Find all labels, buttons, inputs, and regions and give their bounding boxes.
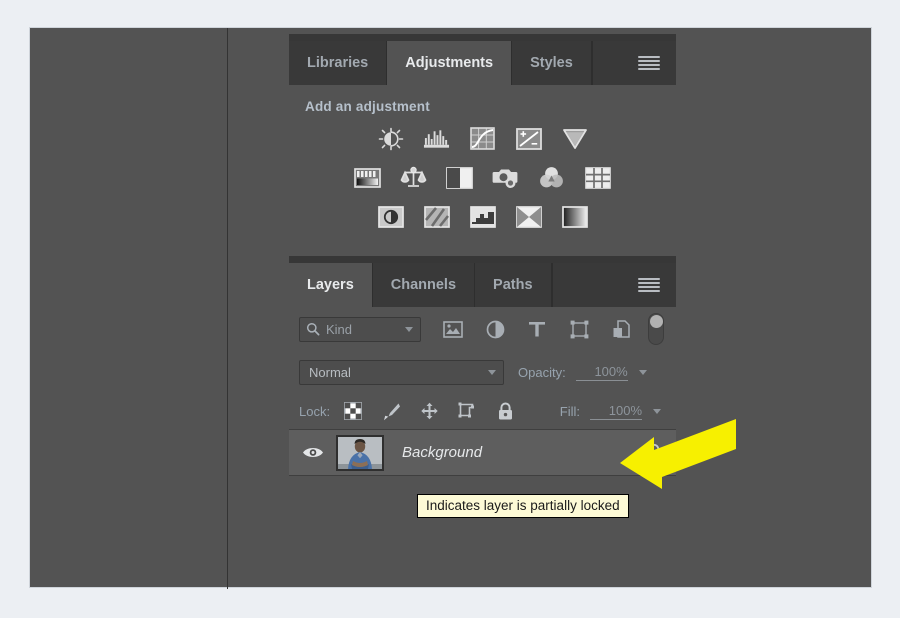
filter-enable-toggle-knob (650, 315, 664, 328)
filter-pixel-layers-icon[interactable] (443, 319, 464, 340)
layers-body: Kind Normal Opacity: 100% Lock: Fill: 10… (289, 307, 676, 583)
layers-tabbar: Layers Channels Paths (289, 256, 676, 307)
fill-chevron-down-icon[interactable] (653, 408, 661, 414)
vibrance-icon[interactable] (561, 126, 588, 151)
tab-layers-label: Layers (307, 277, 354, 293)
exposure-icon[interactable] (515, 126, 542, 151)
tab-channels-label: Channels (390, 277, 457, 293)
adjustments-tabbar: Libraries Adjustments Styles (289, 34, 676, 85)
tab-channels[interactable]: Channels (372, 263, 476, 307)
search-icon (306, 322, 320, 336)
layer-lock-indicator-icon[interactable] (642, 443, 666, 463)
tab-paths-label: Paths (493, 277, 533, 293)
opacity-chevron-down-icon[interactable] (638, 369, 647, 375)
tab-styles[interactable]: Styles (512, 41, 592, 85)
black-and-white-icon[interactable] (446, 165, 473, 190)
tooltip-partially-locked: Indicates layer is partially locked (417, 494, 629, 518)
color-lookup-icon[interactable] (584, 165, 611, 190)
tab-libraries-label: Libraries (307, 55, 369, 71)
curves-icon[interactable] (469, 126, 496, 151)
lock-row: Lock: Fill: 100% (289, 393, 676, 429)
adjustments-row-2 (289, 165, 676, 190)
levels-icon[interactable] (423, 126, 450, 151)
lock-transparent-pixels-icon[interactable] (343, 401, 363, 421)
layers-tabbar-filler (551, 263, 676, 307)
adjustments-title: Add an adjustment (305, 99, 430, 114)
adjustments-panel: Libraries Adjustments Styles Add an adju… (289, 34, 676, 251)
filter-smart-object-layers-icon[interactable] (611, 319, 632, 340)
canvas-divider (227, 28, 228, 589)
filter-type-layers-icon[interactable] (527, 319, 548, 340)
layer-name[interactable]: Background (402, 444, 642, 461)
blend-mode-value: Normal (309, 364, 351, 380)
layer-kind-label: Kind (326, 321, 353, 337)
invert-icon[interactable] (377, 204, 404, 229)
channel-mixer-icon[interactable] (538, 165, 565, 190)
layer-visibility-toggle[interactable] (289, 445, 336, 460)
tab-paths[interactable]: Paths (475, 263, 552, 307)
lock-position-icon[interactable] (419, 401, 439, 421)
hue-saturation-icon[interactable] (354, 165, 381, 190)
lock-artboard-nesting-icon[interactable] (457, 401, 477, 421)
gradient-map-icon[interactable] (515, 204, 542, 229)
adjustments-row-3 (289, 204, 676, 229)
posterize-icon[interactable] (423, 204, 450, 229)
filter-adjustment-layers-icon[interactable] (485, 319, 506, 340)
tab-adjustments-label: Adjustments (405, 55, 494, 71)
tab-libraries[interactable]: Libraries (289, 41, 388, 85)
fill-label: Fill: (559, 403, 580, 419)
filter-enable-toggle[interactable] (647, 313, 664, 345)
fill-value[interactable]: 100% (590, 403, 642, 420)
eye-icon (302, 448, 323, 457)
layer-row-background[interactable]: Background (289, 429, 676, 476)
opacity-value[interactable]: 100% (575, 364, 628, 381)
adjustments-body: Add an adjustment (289, 85, 676, 251)
layer-kind-select[interactable]: Kind (299, 316, 421, 342)
lock-buttons (343, 401, 515, 421)
adjustments-tabbar-filler (591, 41, 676, 85)
opacity-label: Opacity: (518, 364, 566, 380)
lock-all-icon[interactable] (495, 401, 515, 421)
layer-filter-row: Kind (289, 307, 676, 351)
lock-image-pixels-icon[interactable] (381, 401, 401, 421)
lock-label: Lock: (299, 403, 331, 419)
adjustments-panel-menu-icon[interactable] (638, 55, 660, 71)
selective-color-icon[interactable] (561, 204, 588, 229)
color-balance-icon[interactable] (400, 165, 427, 190)
tooltip-text: Indicates layer is partially locked (426, 498, 620, 513)
tab-adjustments[interactable]: Adjustments (387, 41, 513, 85)
layers-panel: Layers Channels Paths Kind Normal Opacit… (289, 256, 676, 583)
layers-panel-menu-icon[interactable] (638, 277, 660, 293)
chevron-down-icon (488, 369, 496, 375)
brightness-contrast-icon[interactable] (377, 126, 404, 151)
chevron-down-icon (404, 326, 413, 332)
layer-thumbnail[interactable] (336, 434, 384, 471)
adjustments-row-1 (289, 126, 676, 151)
blend-mode-row: Normal Opacity: 100% (289, 351, 676, 393)
threshold-icon[interactable] (469, 204, 496, 229)
layer-type-filters (443, 319, 632, 340)
tab-styles-label: Styles (530, 55, 573, 71)
tab-layers[interactable]: Layers (289, 263, 373, 307)
photo-filter-icon[interactable] (492, 165, 519, 190)
filter-shape-layers-icon[interactable] (569, 319, 590, 340)
blend-mode-select[interactable]: Normal (299, 359, 504, 385)
